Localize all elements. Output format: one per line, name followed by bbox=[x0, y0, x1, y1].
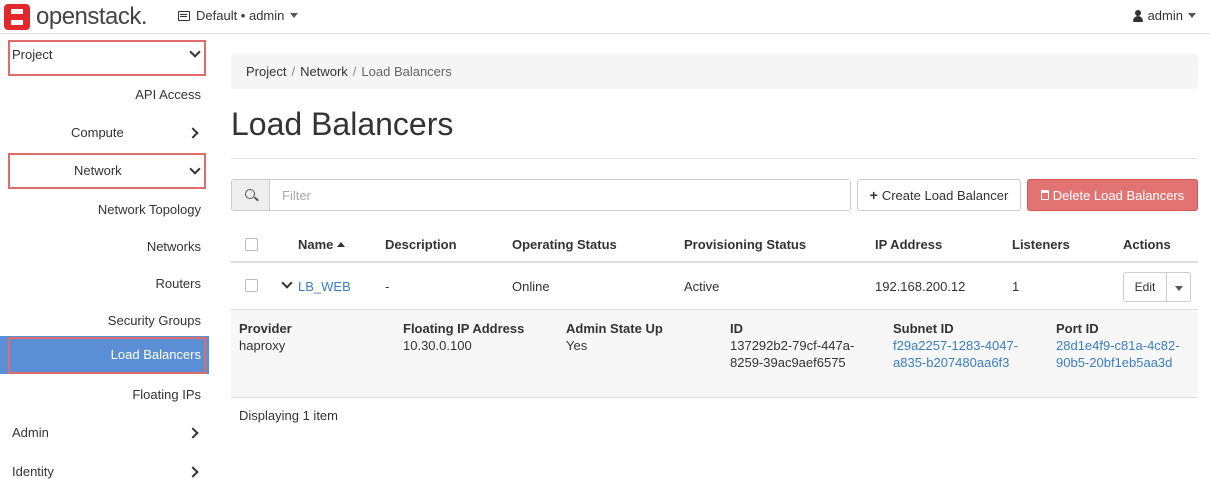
column-listeners: Listeners bbox=[1012, 237, 1070, 252]
sort-ascending-icon bbox=[337, 242, 346, 247]
detail-provider: Provider haproxy bbox=[239, 321, 292, 353]
row-detail-panel: Provider haproxy Floating IP Address 10.… bbox=[231, 310, 1198, 398]
sidebar-item-admin[interactable]: Admin bbox=[0, 421, 209, 445]
expand-row-chevron-icon[interactable] bbox=[281, 277, 293, 289]
detail-port-id: Port ID 28d1e4f9-c81a-4c82- 90b5-20bf1eb… bbox=[1056, 321, 1180, 371]
user-icon bbox=[1132, 9, 1143, 22]
domain-icon bbox=[178, 10, 190, 21]
top-navbar: openstack. Default • admin admin bbox=[0, 0, 1210, 34]
sidebar-item-label: Networks bbox=[146, 239, 201, 254]
sidebar-item-networks[interactable]: Networks bbox=[0, 235, 209, 259]
port-id-link[interactable]: 90b5-20bf1eb5aa3d bbox=[1056, 354, 1180, 371]
caret-down-icon bbox=[1174, 286, 1183, 291]
sidebar-item-label: Admin bbox=[12, 425, 49, 440]
breadcrumb: Project / Network / Load Balancers bbox=[231, 54, 1198, 89]
lb-provisioning-status: Active bbox=[684, 279, 720, 294]
sidebar-item-routers[interactable]: Routers bbox=[0, 272, 209, 296]
column-operating-status: Operating Status bbox=[512, 237, 617, 252]
openstack-logo[interactable]: openstack. bbox=[4, 3, 148, 30]
project-switcher-label: Default • admin bbox=[196, 8, 285, 23]
highlight-box bbox=[8, 337, 206, 374]
delete-load-balancers-button[interactable]: Delete Load Balancers bbox=[1027, 179, 1198, 211]
column-ip-address: IP Address bbox=[875, 237, 943, 252]
caret-down-icon bbox=[1188, 13, 1196, 18]
sidebar-item-label: API Access bbox=[135, 87, 201, 102]
sidebar-item-security-groups[interactable]: Security Groups bbox=[0, 309, 209, 333]
filter-input[interactable] bbox=[270, 180, 850, 210]
sidebar-item-label: Network Topology bbox=[97, 202, 201, 217]
search-icon bbox=[245, 189, 255, 199]
sidebar-item-identity[interactable]: Identity bbox=[0, 460, 209, 484]
detail-admin-state: Admin State Up Yes bbox=[566, 321, 663, 353]
caret-down-icon bbox=[290, 13, 299, 18]
edit-button[interactable]: Edit bbox=[1123, 272, 1167, 302]
highlight-box bbox=[8, 40, 206, 76]
page-title: Load Balancers bbox=[231, 106, 454, 142]
lb-listeners: 1 bbox=[1012, 279, 1020, 294]
sidebar-item-api-access[interactable]: API Access bbox=[0, 83, 209, 107]
row-checkbox[interactable] bbox=[245, 279, 258, 292]
column-description: Description bbox=[385, 237, 457, 252]
search-button[interactable] bbox=[232, 180, 270, 210]
detail-floating-ip: Floating IP Address 10.30.0.100 bbox=[403, 321, 525, 353]
user-menu-label: admin bbox=[1147, 8, 1183, 23]
sidebar-item-label: Identity bbox=[12, 464, 54, 479]
breadcrumb-current: Load Balancers bbox=[361, 64, 452, 79]
sidebar-item-network-topology[interactable]: Network Topology bbox=[0, 198, 209, 222]
sidebar-item-label: Security Groups bbox=[107, 313, 201, 328]
trash-icon bbox=[1040, 190, 1049, 200]
openstack-logo-icon bbox=[4, 4, 30, 30]
sidebar-item-floating-ips[interactable]: Floating IPs bbox=[0, 383, 209, 407]
sidebar: Project API Access Compute Network Netwo… bbox=[0, 35, 209, 503]
chevron-right-icon bbox=[187, 466, 199, 478]
breadcrumb-project[interactable]: Project bbox=[246, 64, 286, 79]
delete-button-label: Delete Load Balancers bbox=[1052, 187, 1185, 203]
table-footer-count: Displaying 1 item bbox=[239, 408, 338, 423]
sidebar-item-compute[interactable]: Compute bbox=[0, 121, 209, 145]
highlight-box bbox=[8, 153, 206, 189]
create-load-balancer-button[interactable]: + Create Load Balancer bbox=[857, 179, 1021, 211]
project-switcher[interactable]: Default • admin bbox=[178, 8, 299, 23]
plus-icon: + bbox=[869, 187, 878, 203]
column-name[interactable]: Name bbox=[298, 237, 346, 252]
title-divider bbox=[231, 158, 1198, 159]
subnet-id-link[interactable]: f29a2257-1283-4047- bbox=[893, 337, 1018, 354]
lb-ip-address: 192.168.200.12 bbox=[875, 279, 966, 294]
chevron-right-icon bbox=[187, 127, 199, 139]
chevron-right-icon bbox=[187, 427, 199, 439]
column-actions: Actions bbox=[1123, 237, 1171, 252]
table-row: LB_WEB - Online Active 192.168.200.12 1 … bbox=[231, 265, 1198, 310]
lb-operating-status: Online bbox=[512, 279, 550, 294]
detail-subnet-id: Subnet ID f29a2257-1283-4047- a835-b2074… bbox=[893, 321, 1019, 371]
subnet-id-link[interactable]: a835-b207480aa6f3 bbox=[893, 354, 1018, 371]
port-id-link[interactable]: 28d1e4f9-c81a-4c82- bbox=[1056, 337, 1180, 354]
create-button-label: Create Load Balancer bbox=[881, 187, 1009, 203]
logo-text: openstack. bbox=[36, 3, 148, 30]
sidebar-item-label: Floating IPs bbox=[132, 387, 201, 402]
select-all-checkbox[interactable] bbox=[245, 238, 258, 251]
detail-id: ID 137292b2-79cf-447a- 8259-39ac9aef6575 bbox=[730, 321, 855, 370]
sidebar-item-label: Compute bbox=[71, 125, 124, 140]
lb-description: - bbox=[385, 279, 390, 294]
table-header: Name Description Operating Status Provis… bbox=[231, 226, 1198, 263]
breadcrumb-network[interactable]: Network bbox=[300, 64, 348, 79]
lb-name-link[interactable]: LB_WEB bbox=[298, 279, 351, 294]
filter-group bbox=[231, 179, 851, 211]
sidebar-item-label: Routers bbox=[155, 276, 201, 291]
row-actions: Edit bbox=[1123, 272, 1191, 302]
actions-dropdown-toggle[interactable] bbox=[1167, 272, 1191, 302]
column-provisioning-status: Provisioning Status bbox=[684, 237, 807, 252]
user-menu[interactable]: admin bbox=[1132, 8, 1196, 23]
